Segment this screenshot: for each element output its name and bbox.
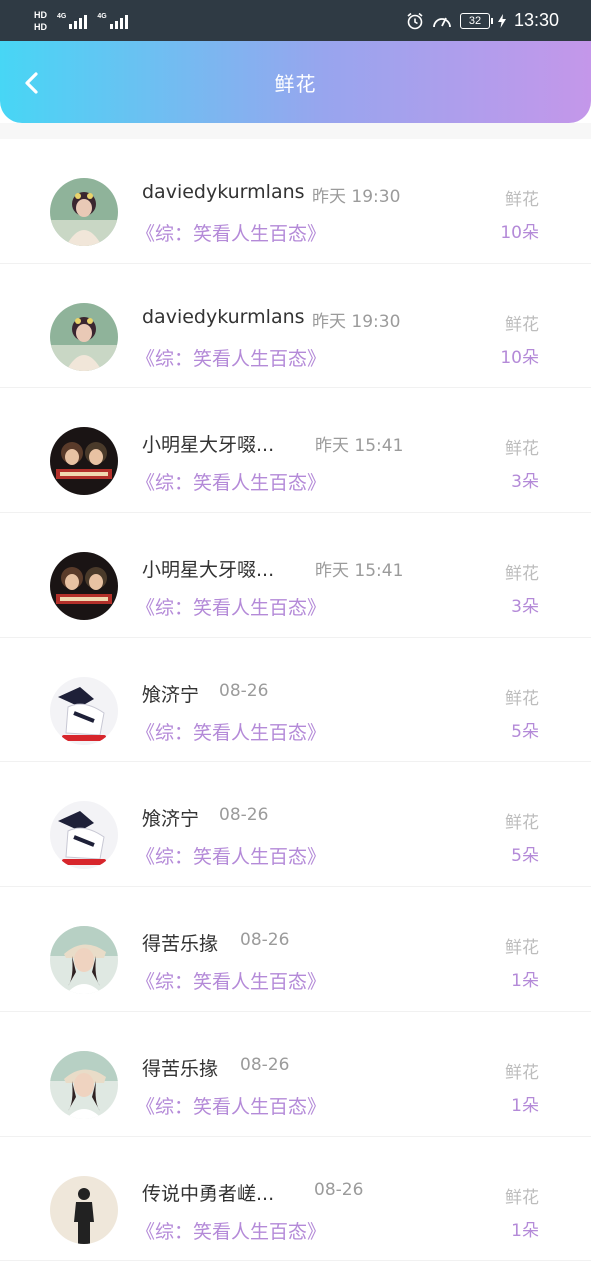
sender-name: daviedykurmlans: [142, 181, 305, 203]
send-time: 08-26: [240, 1054, 290, 1075]
signal-label: 4G: [57, 12, 67, 20]
gift-type-label: 鲜花: [505, 314, 539, 335]
status-bar-left: HD HD 4G 4G: [34, 10, 128, 32]
avatar[interactable]: [50, 926, 118, 995]
list-item[interactable]: 得苦乐掾 08-26 《综：笑看人生百态》 鲜花 1朵: [0, 887, 591, 1012]
page-title: 鲜花: [274, 71, 317, 96]
gift-count: 3朵: [511, 597, 539, 618]
sender-name: daviedykurmlans: [142, 305, 305, 328]
battery-level: 32: [468, 14, 482, 27]
sender-name: 飧济宁: [142, 808, 200, 831]
show-title-link[interactable]: 《综：笑看人生百态》: [136, 1217, 326, 1244]
show-title-link[interactable]: 《综：笑看人生百态》: [136, 842, 326, 869]
avatar[interactable]: [50, 1050, 118, 1119]
gift-count: 10朵: [500, 347, 539, 368]
status-bar: HD HD 4G 4G 32 13:30: [0, 0, 591, 41]
avatar[interactable]: [50, 552, 118, 621]
header-spacer: [0, 123, 591, 139]
signal-label-2: 4G: [97, 12, 107, 20]
send-time: 08-26: [219, 805, 269, 826]
send-time: 昨天 19:30: [312, 311, 401, 332]
gift-type-label: 鲜花: [505, 564, 539, 585]
show-title-link[interactable]: 《综：笑看人生百态》: [136, 718, 326, 745]
list-item[interactable]: daviedykurmlans 昨天 19:30 《综：笑看人生百态》 鲜花 10朵: [0, 264, 591, 389]
gift-count: 5朵: [511, 721, 539, 742]
gift-type-label: 鲜花: [505, 813, 539, 834]
sender-name: 得苦乐掾: [142, 1057, 219, 1080]
avatar[interactable]: [50, 801, 118, 870]
list-item[interactable]: 飧济宁 08-26 《综：笑看人生百态》 鲜花 5朵: [0, 762, 591, 888]
show-title-link[interactable]: 《综：笑看人生百态》: [136, 344, 326, 371]
gift-type-label: 鲜花: [505, 190, 539, 210]
list-item[interactable]: 传说中勇者嵯... 08-26 《综：笑看人生百态》 鲜花 1朵: [0, 1137, 591, 1262]
gift-count: 3朵: [511, 472, 539, 493]
avatar[interactable]: [50, 1175, 118, 1244]
network-type-icon: HD HD: [34, 10, 47, 32]
send-time: 08-26: [240, 930, 290, 951]
gift-type-label: 鲜花: [505, 1187, 539, 1208]
network-hd-bottom: HD: [34, 21, 47, 32]
gift-count: 1朵: [511, 1220, 539, 1241]
send-time: 08-26: [219, 680, 269, 701]
signal-strength-icon: 4G: [57, 12, 88, 29]
gift-count: 5朵: [511, 846, 539, 867]
gift-count: 1朵: [511, 1095, 539, 1116]
show-title-link[interactable]: 《综：笑看人生百态》: [136, 468, 326, 495]
charging-icon: [497, 13, 506, 28]
list-item[interactable]: 得苦乐掾 08-26 《综：笑看人生百态》 鲜花 1朵: [0, 1012, 591, 1137]
avatar[interactable]: [50, 676, 118, 745]
sender-name: 小明星大牙啜...: [142, 559, 275, 582]
sender-name: 飧济宁: [142, 683, 200, 706]
back-arrow-icon[interactable]: [18, 69, 46, 97]
sender-name: 小明星大牙啜...: [142, 434, 275, 457]
send-time: 08-26: [314, 1179, 364, 1200]
show-title-link[interactable]: 《综：笑看人生百态》: [136, 219, 326, 246]
sender-name: 传说中勇者嵯...: [142, 1182, 275, 1205]
network-hd-top: HD: [34, 9, 47, 20]
gift-type-label: 鲜花: [505, 439, 539, 460]
list-item[interactable]: 小明星大牙啜... 昨天 15:41 《综：笑看人生百态》 鲜花 3朵: [0, 388, 591, 514]
list-item[interactable]: 小明星大牙啜... 昨天 15:41 《综：笑看人生百态》 鲜花 3朵: [0, 513, 591, 638]
show-title-link[interactable]: 《综：笑看人生百态》: [136, 967, 326, 994]
gift-type-label: 鲜花: [505, 938, 539, 959]
flower-gift-list: daviedykurmlans 昨天 19:30 《综：笑看人生百态》 鲜花 10朵 da…: [0, 139, 591, 1262]
gift-type-label: 鲜花: [505, 688, 539, 709]
gift-type-label: 鲜花: [505, 1062, 539, 1083]
sender-name: 得苦乐掾: [142, 933, 219, 956]
avatar[interactable]: [50, 302, 118, 371]
battery-icon: 32: [459, 12, 493, 29]
send-time: 昨天 19:30: [312, 187, 401, 207]
avatar[interactable]: [50, 178, 118, 246]
send-time: 昨天 15:41: [315, 561, 404, 582]
clock-time: 13:30: [513, 10, 559, 30]
show-title-link[interactable]: 《综：笑看人生百态》: [136, 593, 326, 620]
gift-count: 1朵: [511, 971, 539, 992]
show-title-link[interactable]: 《综：笑看人生百态》: [136, 1092, 326, 1119]
gift-count: 10朵: [500, 223, 539, 243]
list-item[interactable]: daviedykurmlans 昨天 19:30 《综：笑看人生百态》 鲜花 10朵: [0, 139, 591, 264]
signal-strength-icon-2: 4G: [97, 12, 128, 29]
top-nav-bar: 鲜花: [0, 41, 591, 123]
speed-icon: [433, 17, 451, 27]
status-bar-right: 32 13:30: [406, 10, 559, 31]
list-item[interactable]: 飧济宁 08-26 《综：笑看人生百态》 鲜花 5朵: [0, 638, 591, 763]
send-time: 昨天 15:41: [315, 436, 404, 457]
avatar[interactable]: [50, 427, 118, 496]
alarm-icon: [407, 12, 423, 29]
